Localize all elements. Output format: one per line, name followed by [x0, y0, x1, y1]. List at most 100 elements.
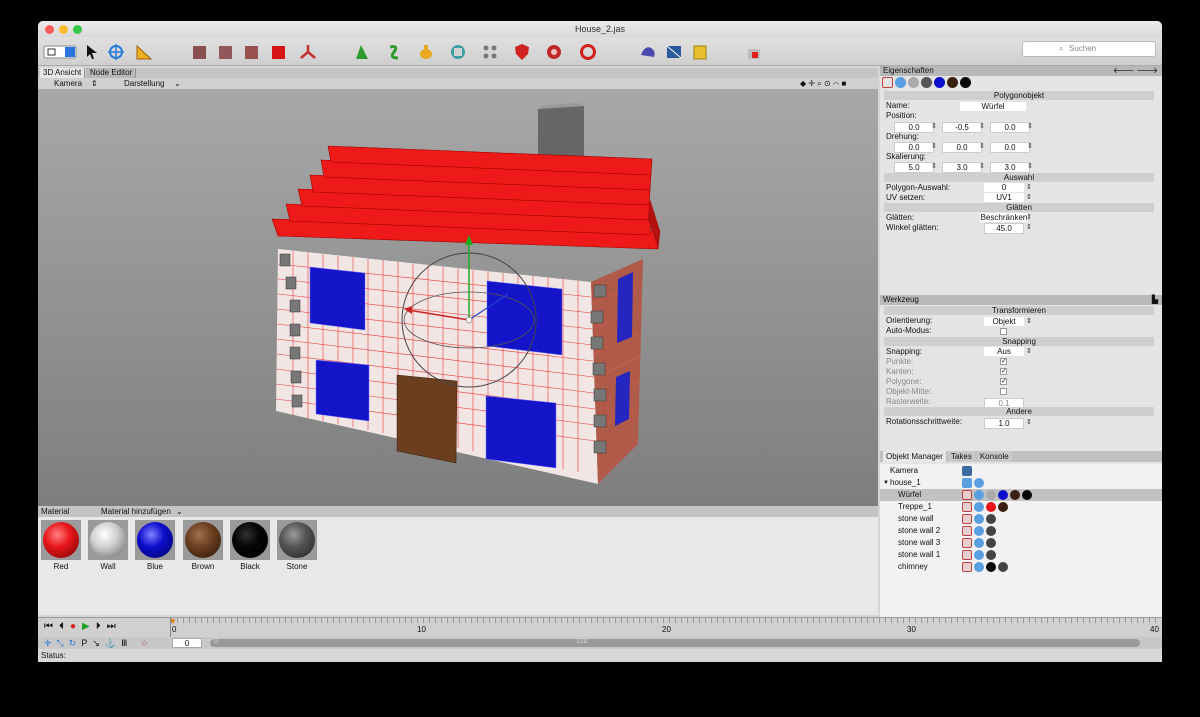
stone-tag-icon[interactable]: [986, 538, 996, 548]
display-menu[interactable]: Darstellung: [124, 78, 164, 89]
position-y-stepper-icon[interactable]: ⇕: [979, 122, 985, 131]
stone-tag-icon[interactable]: [986, 550, 996, 560]
brown-tag-icon[interactable]: [998, 502, 1008, 512]
object-row-stone-wall-1[interactable]: stone wall 1: [880, 549, 1162, 561]
red-tag-icon[interactable]: [986, 502, 996, 512]
spline-icon[interactable]: [384, 42, 404, 62]
smooth-select[interactable]: Beschränken: [980, 213, 1028, 222]
cube-edges-icon[interactable]: [216, 42, 236, 62]
move-tool-icon[interactable]: [106, 42, 126, 62]
favorite-star-icon[interactable]: ☆: [140, 637, 148, 649]
tab-console[interactable]: Konsole: [976, 451, 1012, 462]
cube-faces-icon[interactable]: [242, 42, 262, 62]
material-black[interactable]: Black: [230, 520, 270, 571]
uv-stepper-icon[interactable]: ⇕: [1026, 193, 1032, 202]
nav-arrows-icon[interactable]: 🡐 🡒: [1113, 66, 1158, 76]
scale-x-stepper-icon[interactable]: ⇕: [931, 162, 937, 171]
uv-tag-icon[interactable]: [974, 502, 984, 512]
angle-field[interactable]: 45.0: [984, 223, 1024, 234]
brown-tag-icon[interactable]: [947, 77, 958, 88]
star-tag-icon[interactable]: [962, 562, 972, 572]
position-z-stepper-icon[interactable]: ⇕: [1027, 122, 1033, 131]
ring-icon[interactable]: [578, 42, 598, 62]
step-back-icon[interactable]: ⏴: [59, 621, 64, 632]
object-row-treppe[interactable]: Treppe_1: [880, 501, 1162, 513]
orient-select[interactable]: Objekt: [984, 317, 1024, 326]
camera-menu[interactable]: Kamera: [54, 78, 82, 89]
search-input[interactable]: ⌕ Suchen: [1022, 41, 1156, 57]
uv-tag-icon[interactable]: [974, 514, 984, 524]
go-to-end-icon[interactable]: ⏭: [107, 621, 116, 632]
points-checkbox[interactable]: ✓: [1000, 358, 1007, 365]
object-row-house[interactable]: ▼ house_1: [880, 477, 1162, 489]
timeline-ruler[interactable]: 0 10 20 30 40 ▼: [169, 617, 1159, 637]
uv-tag-icon[interactable]: [974, 526, 984, 536]
uv-tag-icon[interactable]: [974, 562, 984, 572]
deformer-icon[interactable]: [544, 42, 564, 62]
uv-tag-icon[interactable]: [974, 538, 984, 548]
poly-sel-stepper-icon[interactable]: ⇕: [1026, 183, 1032, 192]
object-row-stone-wall-3[interactable]: stone wall 3: [880, 537, 1162, 549]
black-tag-icon[interactable]: [986, 562, 996, 572]
scale-z[interactable]: 3.0: [990, 162, 1030, 173]
angle-stepper-icon[interactable]: ⇕: [1026, 223, 1032, 232]
position-x-stepper-icon[interactable]: ⇕: [931, 122, 937, 131]
uv-tag-icon[interactable]: [974, 478, 984, 488]
object-row-camera[interactable]: Kamera: [880, 465, 1162, 477]
add-material-menu[interactable]: Material hinzufügen: [101, 506, 171, 517]
tab-object-manager[interactable]: Objekt Manager: [883, 451, 946, 462]
snapping-select[interactable]: Aus: [984, 347, 1024, 356]
stone-tag-icon[interactable]: [921, 77, 932, 88]
point-key-icon[interactable]: ↘: [92, 637, 100, 649]
scale-y[interactable]: 3.0: [942, 162, 982, 173]
black-tag-icon[interactable]: [960, 77, 971, 88]
playhead-marker-icon[interactable]: ▼: [169, 617, 177, 626]
blue-tag-icon[interactable]: [934, 77, 945, 88]
rot-step-field[interactable]: 1.0: [984, 418, 1024, 429]
minimize-window-button[interactable]: [59, 25, 68, 34]
stone-tag-icon[interactable]: [986, 514, 996, 524]
poly-sel-field[interactable]: 0: [984, 183, 1024, 192]
stone-tag-icon[interactable]: [998, 562, 1008, 572]
edges-checkbox[interactable]: ✓: [1000, 368, 1007, 375]
timeline[interactable]: ⏮ ⏴ ● ▶ ⏵ ⏭ 0 10 20 30 40 ▼: [38, 617, 1162, 637]
object-row-stone-wall-2[interactable]: stone wall 2: [880, 525, 1162, 537]
position-y[interactable]: -0.5: [942, 122, 982, 133]
level-key-icon[interactable]: Ⅲ: [121, 637, 127, 649]
tab-takes[interactable]: Takes: [947, 451, 975, 462]
tab-node-editor[interactable]: Node Editor: [87, 68, 137, 78]
scale-x[interactable]: 5.0: [894, 162, 934, 173]
center-checkbox[interactable]: [1000, 388, 1007, 395]
uv-tag-icon[interactable]: [895, 77, 906, 88]
auto-checkbox[interactable]: [1000, 328, 1007, 335]
name-field[interactable]: Würfel: [960, 102, 1026, 111]
rotation-y-stepper-icon[interactable]: ⇕: [979, 142, 985, 151]
material-brown[interactable]: Brown: [183, 520, 223, 571]
boole-icon[interactable]: [448, 42, 468, 62]
rotation-x-stepper-icon[interactable]: ⇕: [931, 142, 937, 151]
display-chevron-icon[interactable]: ⌄: [174, 78, 181, 89]
uv-tag-icon[interactable]: [974, 490, 984, 500]
light-icon[interactable]: [638, 42, 658, 62]
scale-key-icon[interactable]: ⤡: [57, 637, 64, 649]
play-icon[interactable]: ▶: [82, 621, 90, 632]
null-tag-icon[interactable]: [962, 478, 972, 488]
add-material-chevron-icon[interactable]: ⌄: [176, 506, 183, 517]
axis-tripod-icon[interactable]: [298, 42, 318, 62]
star-tag-icon[interactable]: [962, 490, 972, 500]
object-row-chimney[interactable]: chimney: [880, 561, 1162, 573]
object-row-wuerfel[interactable]: Würfel: [880, 489, 1162, 501]
view-controls-icons[interactable]: ◆ ✛ ⌕ ⊙ ⌒ ■: [800, 78, 846, 89]
extrude-icon[interactable]: [352, 42, 372, 62]
3d-viewport[interactable]: [38, 89, 878, 506]
black-tag-icon[interactable]: [1022, 490, 1032, 500]
layout-toggle-button[interactable]: [42, 42, 78, 62]
array-icon[interactable]: [480, 42, 500, 62]
star-tag-icon[interactable]: [962, 526, 972, 536]
camera-tag-icon[interactable]: [962, 466, 972, 476]
blue-tag-icon[interactable]: [998, 490, 1008, 500]
select-arrow-icon[interactable]: [82, 42, 102, 62]
star-tag-icon[interactable]: [962, 550, 972, 560]
range-slider[interactable]: 0 120: [210, 638, 1140, 647]
material-wall[interactable]: Wall: [88, 520, 128, 571]
